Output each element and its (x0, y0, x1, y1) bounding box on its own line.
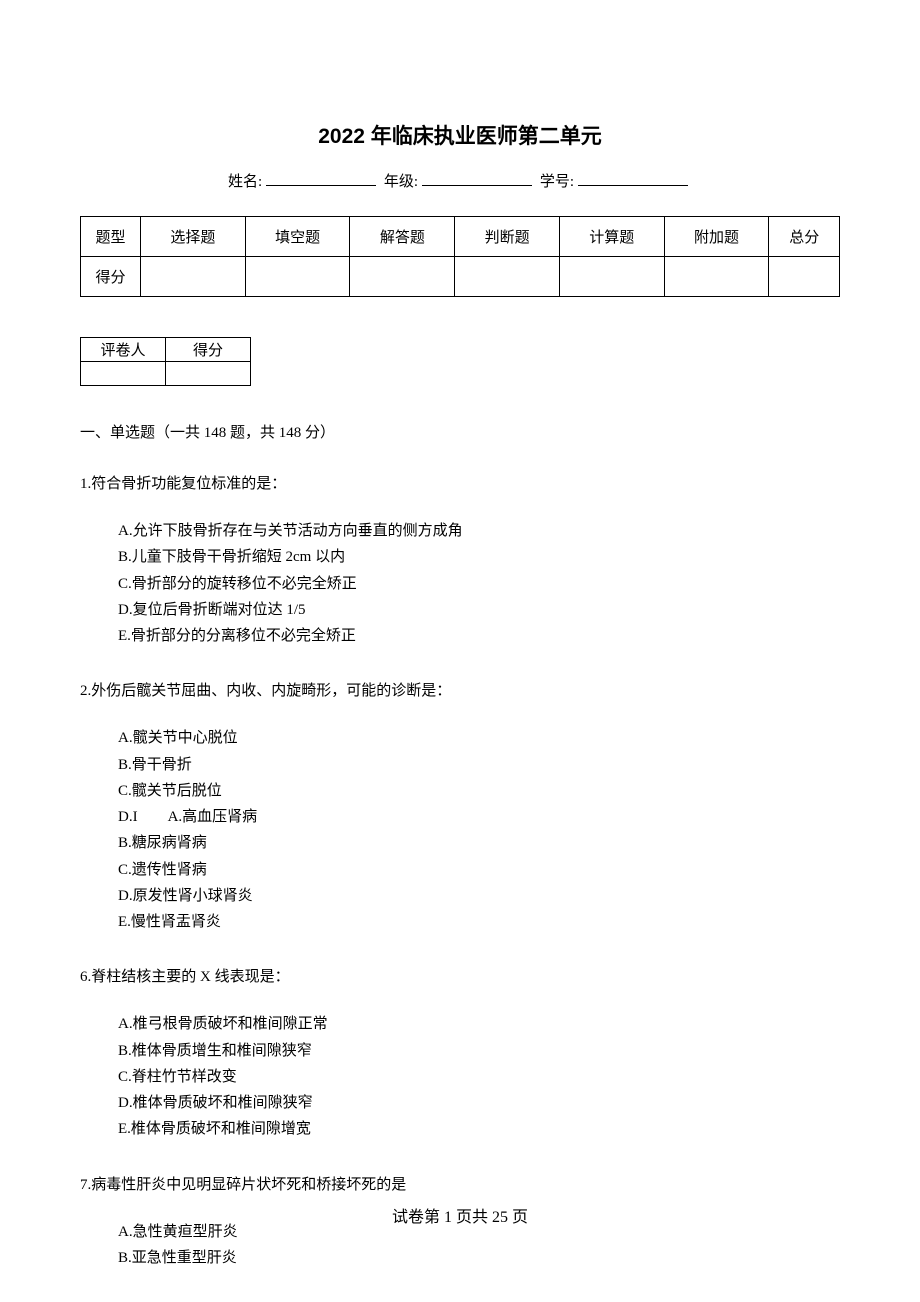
question-text: 2.外伤后髋关节屈曲、内收、内旋畸形，可能的诊断是： (80, 679, 840, 703)
score-header-cell: 附加题 (664, 217, 769, 257)
score-header-cell: 选择题 (141, 217, 246, 257)
option: D.原发性肾小球肾炎 (118, 883, 840, 909)
score-cell[interactable] (350, 257, 455, 297)
score-header-cell: 判断题 (455, 217, 560, 257)
score-header-cell: 填空题 (245, 217, 350, 257)
score-row-label: 得分 (81, 257, 141, 297)
option: E.慢性肾盂肾炎 (118, 909, 840, 935)
option: A.允许下肢骨折存在与关节活动方向垂直的侧方成角 (118, 518, 840, 544)
grade-blank[interactable] (422, 170, 532, 186)
grader-blank[interactable] (81, 362, 166, 386)
id-label: 学号: (540, 174, 574, 190)
grader-score-label: 得分 (166, 338, 251, 362)
score-header-cell: 计算题 (559, 217, 664, 257)
page-title: 2022 年临床执业医师第二单元 (80, 120, 840, 150)
question-options: A.椎弓根骨质破坏和椎间隙正常 B.椎体骨质增生和椎间隙狭窄 C.脊柱竹节样改变… (80, 1011, 840, 1142)
question-block: 6.脊柱结核主要的 X 线表现是： A.椎弓根骨质破坏和椎间隙正常 B.椎体骨质… (80, 965, 840, 1142)
grader-label: 评卷人 (81, 338, 166, 362)
option: E.椎体骨质破坏和椎间隙增宽 (118, 1116, 840, 1142)
question-block: 1.符合骨折功能复位标准的是： A.允许下肢骨折存在与关节活动方向垂直的侧方成角… (80, 472, 840, 649)
option: B.骨干骨折 (118, 752, 840, 778)
option: B.椎体骨质增生和椎间隙狭窄 (118, 1038, 840, 1064)
option: B.儿童下肢骨干骨折缩短 2cm 以内 (118, 544, 840, 570)
score-cell[interactable] (455, 257, 560, 297)
name-label: 姓名: (228, 174, 262, 190)
score-header-row: 题型 选择题 填空题 解答题 判断题 计算题 附加题 总分 (81, 217, 840, 257)
option: C.髋关节后脱位 (118, 778, 840, 804)
option: D.I A.高血压肾病 (118, 804, 840, 830)
section-heading: 一、单选题（一共 148 题，共 148 分） (80, 421, 840, 442)
score-value-row: 得分 (81, 257, 840, 297)
option: E.骨折部分的分离移位不必完全矫正 (118, 623, 840, 649)
grader-table: 评卷人 得分 (80, 337, 251, 386)
question-options: A.允许下肢骨折存在与关节活动方向垂直的侧方成角 B.儿童下肢骨干骨折缩短 2c… (80, 518, 840, 649)
option: B.糖尿病肾病 (118, 830, 840, 856)
question-block: 2.外伤后髋关节屈曲、内收、内旋畸形，可能的诊断是： A.髋关节中心脱位 B.骨… (80, 679, 840, 935)
option: A.髋关节中心脱位 (118, 725, 840, 751)
question-text: 7.病毒性肝炎中见明显碎片状坏死和桥接坏死的是 (80, 1173, 840, 1197)
score-header-cell: 总分 (769, 217, 840, 257)
question-options: A.髋关节中心脱位 B.骨干骨折 C.髋关节后脱位 D.I A.高血压肾病 B.… (80, 725, 840, 935)
option: D.椎体骨质破坏和椎间隙狭窄 (118, 1090, 840, 1116)
score-header-cell: 解答题 (350, 217, 455, 257)
grader-score-blank[interactable] (166, 362, 251, 386)
student-info-line: 姓名: 年级: 学号: (80, 170, 840, 191)
option: A.椎弓根骨质破坏和椎间隙正常 (118, 1011, 840, 1037)
question-text: 6.脊柱结核主要的 X 线表现是： (80, 965, 840, 989)
score-cell[interactable] (245, 257, 350, 297)
option: D.复位后骨折断端对位达 1/5 (118, 597, 840, 623)
grade-label: 年级: (384, 174, 418, 190)
option: C.骨折部分的旋转移位不必完全矫正 (118, 571, 840, 597)
page-footer: 试卷第 1 页共 25 页 (0, 1203, 920, 1227)
score-cell[interactable] (141, 257, 246, 297)
option: C.脊柱竹节样改变 (118, 1064, 840, 1090)
score-cell[interactable] (559, 257, 664, 297)
option: C.遗传性肾病 (118, 857, 840, 883)
name-blank[interactable] (266, 170, 376, 186)
question-text: 1.符合骨折功能复位标准的是： (80, 472, 840, 496)
score-table: 题型 选择题 填空题 解答题 判断题 计算题 附加题 总分 得分 (80, 216, 840, 297)
id-blank[interactable] (578, 170, 688, 186)
score-cell[interactable] (664, 257, 769, 297)
option: B.亚急性重型肝炎 (118, 1245, 840, 1271)
score-header-cell: 题型 (81, 217, 141, 257)
score-cell[interactable] (769, 257, 840, 297)
